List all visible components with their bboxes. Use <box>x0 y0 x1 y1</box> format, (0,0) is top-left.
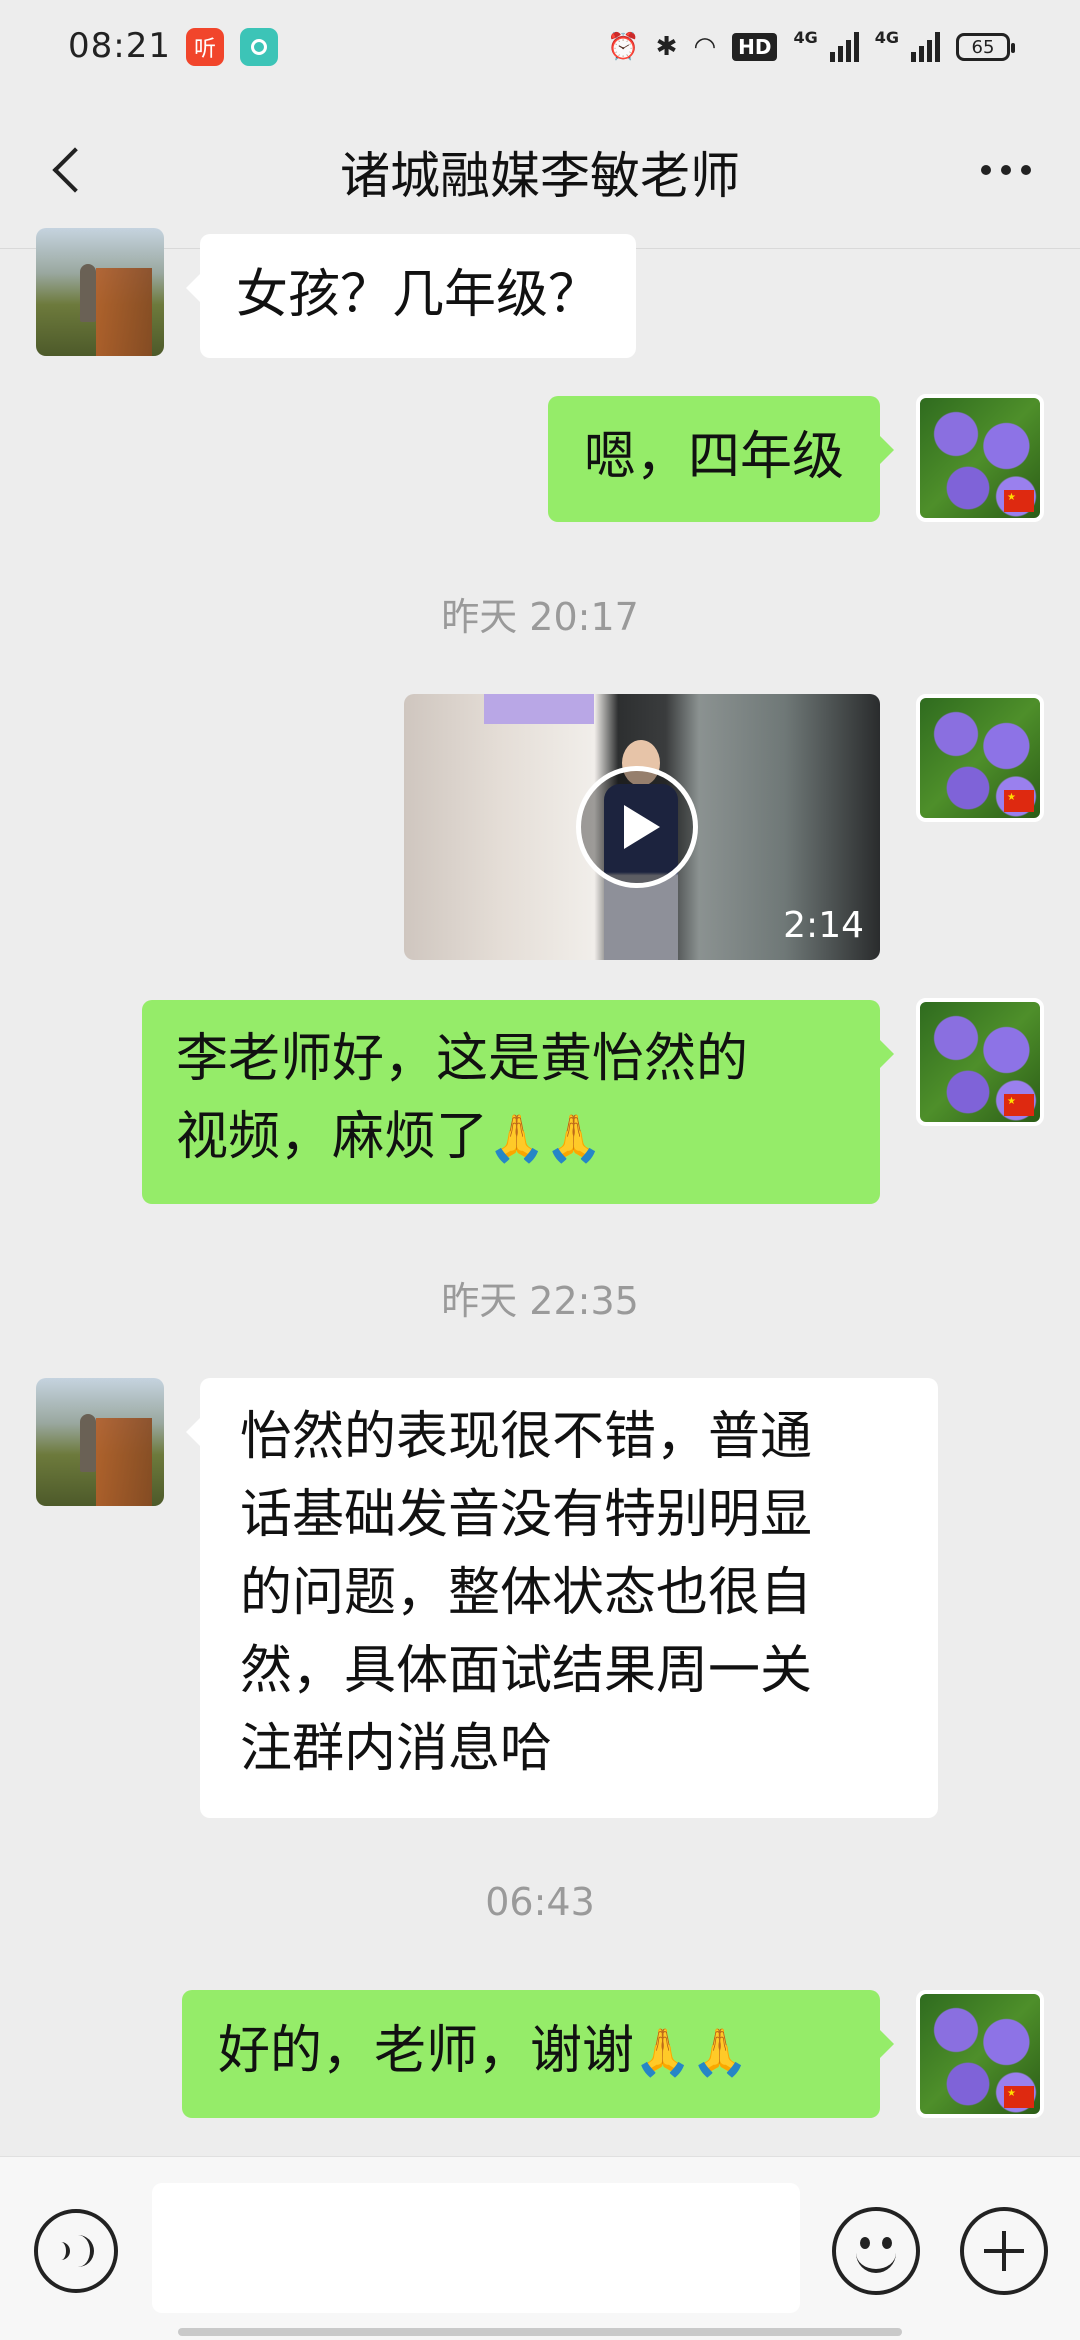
message-bubble-sent[interactable]: 嗯，四年级 <box>547 396 895 522</box>
wifi-icon: ◠ <box>693 32 717 62</box>
signal-icon <box>829 32 859 62</box>
video-message[interactable]: 2:14 <box>404 694 880 960</box>
my-avatar[interactable] <box>916 1990 1044 2118</box>
status-time: 08:21 <box>68 26 171 66</box>
emoji-button[interactable] <box>832 2207 920 2295</box>
status-icons: ⏰ ✱ ◠ HD 4G 4G 65 <box>607 26 1015 68</box>
timestamp: 昨天 22:35 <box>441 1279 639 1323</box>
emoji-icon <box>860 2237 870 2249</box>
plus-button[interactable] <box>960 2207 1048 2295</box>
home-indicator <box>178 2328 902 2336</box>
timestamp: 06:43 <box>485 1880 595 1924</box>
more-icon <box>981 165 991 175</box>
folded-hands-emoji: 🙏🙏 <box>488 1111 603 1165</box>
message-app-icon <box>240 28 278 66</box>
signal-icon <box>911 32 940 62</box>
input-bar <box>0 2156 1080 2340</box>
message-bubble-sent[interactable]: 好的，老师，谢谢🙏🙏 <box>182 1990 894 2118</box>
chat-screen: 08:21 听 ⏰ ✱ ◠ HD 4G 4G 65 诸城融媒李敏老师 女孩？几年… <box>0 0 1080 2340</box>
flag-icon <box>1004 790 1034 812</box>
my-avatar[interactable] <box>916 998 1044 1126</box>
chat-header: 诸城融媒李敏老师 <box>0 100 1080 249</box>
contact-avatar[interactable] <box>36 1378 164 1506</box>
play-button[interactable] <box>576 766 698 888</box>
timestamp: 昨天 20:17 <box>441 595 639 639</box>
video-duration: 2:14 <box>783 905 864 946</box>
folded-hands-emoji: 🙏🙏 <box>634 2025 749 2079</box>
contact-avatar[interactable] <box>36 228 164 356</box>
status-bar: 08:21 听 ⏰ ✱ ◠ HD 4G 4G 65 <box>0 0 1080 100</box>
bluetooth-icon: ✱ <box>655 32 678 62</box>
battery-icon: 65 <box>956 33 1015 61</box>
my-avatar[interactable] <box>916 694 1044 822</box>
message-input[interactable] <box>152 2183 800 2313</box>
network-label-2: 4G <box>874 27 899 47</box>
chat-title: 诸城融媒李敏老师 <box>340 147 740 205</box>
play-icon <box>624 805 660 849</box>
hd-icon: HD <box>732 33 778 61</box>
flag-icon <box>1004 2086 1034 2108</box>
listen-app-icon: 听 <box>186 28 224 66</box>
message-bubble-received[interactable]: 女孩？几年级？ <box>185 234 637 358</box>
network-label-1: 4G <box>793 27 818 47</box>
flag-icon <box>1004 490 1034 512</box>
more-button[interactable] <box>966 148 1046 192</box>
message-bubble-received[interactable]: 怡然的表现很不错，普通 话基础发音没有特别明显 的问题，整体状态也很自 然，具体… <box>186 1378 938 1818</box>
alarm-icon: ⏰ <box>607 32 640 62</box>
voice-button[interactable] <box>34 2209 118 2293</box>
flag-icon <box>1004 1094 1034 1116</box>
voice-icon <box>58 2242 70 2260</box>
message-bubble-sent[interactable]: 李老师好，这是黄怡然的 视频，麻烦了🙏🙏 <box>142 1000 894 1204</box>
my-avatar[interactable] <box>916 394 1044 522</box>
